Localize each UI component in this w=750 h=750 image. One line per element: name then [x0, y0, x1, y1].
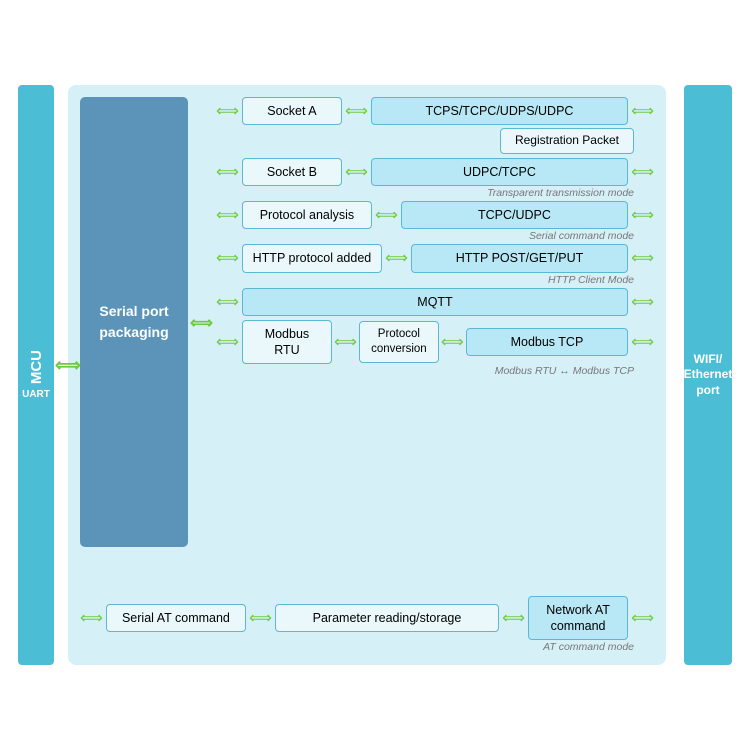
mqtt-box: MQTT — [242, 288, 628, 316]
arrow-right-row2: ⟺ — [631, 162, 654, 182]
http-protocol-box: HTTP protocol added — [242, 244, 382, 272]
bottom-at-row-container: ⟺ Serial AT command ⟺ Parameter reading/… — [80, 596, 654, 654]
at-command-mode-label: AT command mode — [80, 641, 634, 653]
row-modbus: ⟺ Modbus RTU ⟺ Protocolconversion ⟺ Modb… — [216, 320, 654, 365]
arrow-mid-bottom2: ⟺ — [502, 608, 525, 628]
protocol-analysis-box: Protocol analysis — [242, 201, 372, 229]
protocol-conversion-label: Protocolconversion — [371, 327, 427, 357]
tcps-box: TCPS/TCPC/UDPS/UDPC — [371, 97, 628, 125]
arrow-right-row3: ⟺ — [631, 205, 654, 225]
serial-command-mode-label: Serial command mode — [216, 230, 634, 242]
socket-a-label: Socket A — [267, 103, 316, 119]
wifi-right-bar: WIFI/Ethernetport — [684, 85, 732, 665]
diagram-wrapper: MCU UART ⟺ WIFI/Ethernetport Serial port… — [0, 0, 750, 750]
http-client-mode-label: HTTP Client Mode — [216, 274, 634, 286]
reg-packet-row: Registration Packet — [216, 128, 634, 154]
arrow-right-row5: ⟺ — [631, 292, 654, 312]
mcu-left-bar: MCU UART — [18, 85, 54, 665]
http-protocol-label: HTTP protocol added — [253, 250, 372, 266]
modbus-tcp-box: Modbus TCP — [466, 328, 628, 356]
rows-area: ⟺ Socket A ⟺ TCPS/TCPC/UDPS/UDPC ⟺ Regis… — [216, 97, 654, 379]
arrow-left-row5: ⟺ — [216, 292, 239, 312]
arrow-left-row2: ⟺ — [216, 162, 239, 182]
arrow-left-row4: ⟺ — [216, 248, 239, 268]
arrow-right-row1: ⟺ — [631, 101, 654, 121]
protocol-conversion-box: Protocolconversion — [359, 321, 439, 363]
arrow-right-row6: ⟺ — [631, 332, 654, 352]
inner-arrow-mcu: ⟺ — [190, 313, 213, 333]
socket-b-label: Socket B — [267, 164, 317, 180]
serial-port-packaging-label: Serial portpackaging — [99, 301, 168, 343]
row-socket-b: ⟺ Socket B ⟺ UDPC/TCPC ⟺ — [216, 158, 654, 186]
modbus-tcp-label: Modbus TCP — [511, 334, 584, 350]
row-socket-a: ⟺ Socket A ⟺ TCPS/TCPC/UDPS/UDPC ⟺ — [216, 97, 654, 125]
bottom-at-row: ⟺ Serial AT command ⟺ Parameter reading/… — [80, 596, 654, 641]
mcu-arrow: ⟺ — [55, 355, 81, 376]
http-post-box: HTTP POST/GET/PUT — [411, 244, 628, 272]
tcpc-udpc-box: TCPC/UDPC — [401, 201, 628, 229]
arrow-mid-right-row6: ⟺ — [441, 332, 464, 352]
modbus-rtu-box: Modbus RTU — [242, 320, 332, 365]
row-protocol: ⟺ Protocol analysis ⟺ TCPC/UDPC ⟺ — [216, 201, 654, 229]
serial-at-command-label: Serial AT command — [122, 610, 230, 626]
row-http: ⟺ HTTP protocol added ⟺ HTTP POST/GET/PU… — [216, 244, 654, 272]
uart-label: UART — [22, 389, 50, 400]
row-mqtt: ⟺ MQTT ⟺ — [216, 288, 654, 316]
row-http-group: ⟺ HTTP protocol added ⟺ HTTP POST/GET/PU… — [216, 244, 654, 285]
registration-packet-box: Registration Packet — [500, 128, 634, 154]
udpc-tcpc-label: UDPC/TCPC — [463, 164, 536, 180]
arrow-mid-row3: ⟺ — [375, 205, 398, 225]
protocol-analysis-label: Protocol analysis — [260, 207, 355, 223]
arrow-mid-row4: ⟺ — [385, 248, 408, 268]
mqtt-label: MQTT — [417, 294, 452, 310]
row-protocol-group: ⟺ Protocol analysis ⟺ TCPC/UDPC ⟺ Serial… — [216, 201, 654, 242]
tcps-label: TCPS/TCPC/UDPS/UDPC — [426, 103, 574, 119]
serial-at-command-box: Serial AT command — [106, 604, 246, 632]
modbus-mode-label: Modbus RTU ↔ Modbus TCP — [216, 365, 634, 377]
arrow-mid-row2: ⟺ — [345, 162, 368, 182]
network-at-command-label: Network ATcommand — [546, 602, 610, 635]
arrow-right-row4: ⟺ — [631, 248, 654, 268]
network-at-command-box: Network ATcommand — [528, 596, 628, 641]
row-modbus-group: ⟺ Modbus RTU ⟺ Protocolconversion ⟺ Modb… — [216, 320, 654, 378]
parameter-reading-box: Parameter reading/storage — [275, 604, 499, 632]
row-mqtt-group: ⟺ MQTT ⟺ — [216, 288, 654, 316]
arrow-mid-bottom1: ⟺ — [249, 608, 272, 628]
arrow-left-bottom: ⟺ — [80, 608, 103, 628]
main-container: Serial portpackaging ⟺ ⟺ Socket A ⟺ TCPS… — [68, 85, 666, 665]
wifi-label: WIFI/Ethernetport — [684, 352, 733, 399]
serial-port-packaging-box: Serial portpackaging — [80, 97, 188, 547]
arrow-left-row1: ⟺ — [216, 101, 239, 121]
arrow-mid-row1: ⟺ — [345, 101, 368, 121]
row-socket-b-group: ⟺ Socket B ⟺ UDPC/TCPC ⟺ Transparent tra… — [216, 158, 654, 199]
registration-packet-label: Registration Packet — [515, 133, 619, 149]
row-socket-a-group: ⟺ Socket A ⟺ TCPS/TCPC/UDPS/UDPC ⟺ Regis… — [216, 97, 654, 154]
arrow-mid-left-row6: ⟺ — [334, 332, 357, 352]
transparent-mode-label: Transparent transmission mode — [216, 187, 634, 199]
socket-a-box: Socket A — [242, 97, 342, 125]
tcpc-udpc-label: TCPC/UDPC — [478, 207, 551, 223]
modbus-rtu-label: Modbus RTU — [251, 326, 323, 359]
arrow-left-row3: ⟺ — [216, 205, 239, 225]
arrow-left-row6: ⟺ — [216, 332, 239, 352]
parameter-reading-label: Parameter reading/storage — [313, 610, 462, 626]
http-post-label: HTTP POST/GET/PUT — [456, 250, 584, 266]
udpc-tcpc-box: UDPC/TCPC — [371, 158, 628, 186]
arrow-right-bottom: ⟺ — [631, 608, 654, 628]
socket-b-box: Socket B — [242, 158, 342, 186]
mcu-label: MCU — [28, 350, 45, 384]
